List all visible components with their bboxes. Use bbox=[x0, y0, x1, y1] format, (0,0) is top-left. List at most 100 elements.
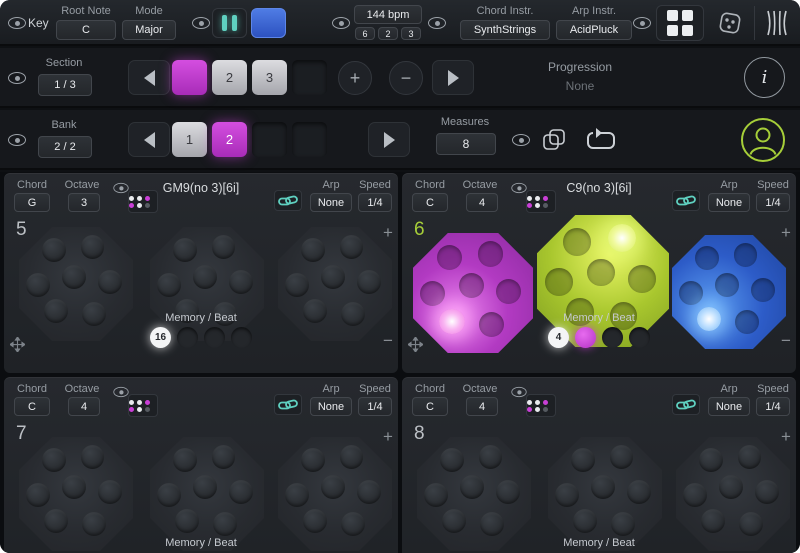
bank-slot-3[interactable] bbox=[252, 122, 287, 157]
pad-button[interactable] bbox=[555, 483, 579, 507]
pad-button[interactable] bbox=[424, 483, 448, 507]
loop-icon[interactable] bbox=[580, 124, 622, 158]
pad-button[interactable] bbox=[175, 509, 199, 533]
pad-button[interactable] bbox=[193, 475, 217, 499]
link-icon[interactable] bbox=[672, 190, 700, 211]
pad-button-active[interactable] bbox=[608, 224, 636, 252]
pad-button[interactable] bbox=[478, 241, 503, 266]
pad-button[interactable] bbox=[157, 483, 181, 507]
chord-root-button[interactable]: C bbox=[14, 397, 50, 416]
user-icon[interactable] bbox=[740, 117, 786, 163]
speed-button[interactable]: 1/4 bbox=[756, 193, 790, 212]
eye-icon[interactable] bbox=[8, 72, 26, 84]
arp-button[interactable]: None bbox=[310, 193, 352, 212]
bank-slot-2[interactable]: 2 bbox=[212, 122, 247, 157]
bank-slot-1[interactable]: 1 bbox=[172, 122, 207, 157]
pad-button[interactable] bbox=[563, 228, 591, 256]
bpm-button[interactable]: 144 bpm bbox=[354, 5, 422, 24]
chord-pad-octagon-2[interactable] bbox=[150, 437, 264, 551]
pad-button[interactable] bbox=[341, 512, 365, 536]
pad-button[interactable] bbox=[628, 265, 656, 293]
pad-button[interactable] bbox=[739, 512, 763, 536]
pad-button[interactable] bbox=[545, 268, 573, 296]
progression-value[interactable]: None bbox=[538, 79, 622, 93]
link-icon[interactable] bbox=[274, 394, 302, 415]
copy-icon[interactable] bbox=[536, 123, 572, 157]
beat-step[interactable] bbox=[575, 327, 596, 348]
eye-icon[interactable] bbox=[511, 387, 526, 397]
pad-button[interactable] bbox=[340, 235, 364, 259]
pad-button[interactable] bbox=[193, 265, 217, 289]
chord-instr-button[interactable]: SynthStrings bbox=[460, 20, 550, 40]
pad-button[interactable] bbox=[81, 445, 105, 469]
pad-button[interactable] bbox=[301, 448, 325, 472]
eye-icon[interactable] bbox=[192, 17, 210, 29]
pad-button[interactable] bbox=[98, 480, 122, 504]
pad-button[interactable] bbox=[26, 273, 50, 297]
pad-button[interactable] bbox=[440, 448, 464, 472]
eye-icon[interactable] bbox=[633, 17, 651, 29]
pad-button[interactable] bbox=[755, 480, 779, 504]
section-slot-2[interactable]: 2 bbox=[212, 60, 247, 95]
pad-button[interactable] bbox=[62, 265, 86, 289]
arp-button[interactable]: None bbox=[310, 397, 352, 416]
pad-button[interactable] bbox=[229, 270, 253, 294]
chord-pad-octagon-3[interactable] bbox=[676, 437, 790, 551]
arp-instr-button[interactable]: AcidPluck bbox=[556, 20, 632, 40]
pad-button[interactable] bbox=[357, 480, 381, 504]
pad-button[interactable] bbox=[719, 475, 743, 499]
grid-view-icon[interactable] bbox=[656, 5, 704, 41]
pad-button[interactable] bbox=[212, 235, 236, 259]
pad-button[interactable] bbox=[98, 270, 122, 294]
octave-button[interactable]: 3 bbox=[68, 193, 100, 212]
beat-step[interactable]: 4 bbox=[548, 327, 569, 348]
section-next-button[interactable] bbox=[432, 60, 474, 95]
dice-icon[interactable] bbox=[710, 5, 750, 41]
pad-button[interactable] bbox=[460, 475, 484, 499]
link-icon[interactable] bbox=[274, 190, 302, 211]
info-icon[interactable]: i bbox=[744, 57, 785, 98]
pad-button[interactable] bbox=[42, 238, 66, 262]
pad-button[interactable] bbox=[571, 448, 595, 472]
pad-button[interactable] bbox=[340, 445, 364, 469]
subdivision-button-2[interactable]: 2 bbox=[378, 27, 398, 40]
pad-button[interactable] bbox=[321, 265, 345, 289]
beat-step[interactable] bbox=[231, 327, 252, 348]
dots-grid-icon[interactable] bbox=[526, 394, 556, 417]
pad-button[interactable] bbox=[701, 509, 725, 533]
add-pad-button[interactable]: + bbox=[778, 223, 794, 243]
pad-button[interactable] bbox=[442, 509, 466, 533]
octave-button[interactable]: 4 bbox=[68, 397, 100, 416]
eye-icon[interactable] bbox=[512, 134, 530, 146]
strum-view-icon[interactable] bbox=[758, 5, 796, 41]
beat-step[interactable] bbox=[177, 327, 198, 348]
pad-button[interactable] bbox=[173, 238, 197, 262]
pad-button[interactable] bbox=[321, 475, 345, 499]
speed-button[interactable]: 1/4 bbox=[358, 193, 392, 212]
section-slot-3[interactable]: 3 bbox=[252, 60, 287, 95]
pad-button[interactable] bbox=[496, 279, 521, 304]
stop-square-button[interactable] bbox=[251, 8, 286, 38]
eye-icon[interactable] bbox=[332, 17, 350, 29]
pad-button[interactable] bbox=[496, 480, 520, 504]
link-icon[interactable] bbox=[672, 394, 700, 415]
pad-button[interactable] bbox=[157, 273, 181, 297]
dots-grid-icon[interactable] bbox=[128, 394, 158, 417]
speed-button[interactable]: 1/4 bbox=[756, 397, 790, 416]
add-pad-button[interactable]: + bbox=[380, 427, 396, 447]
chord-root-button[interactable]: C bbox=[412, 193, 448, 212]
pad-button[interactable] bbox=[44, 509, 68, 533]
beat-step[interactable] bbox=[204, 327, 225, 348]
add-pad-button[interactable]: + bbox=[380, 223, 396, 243]
add-section-button[interactable]: + bbox=[338, 61, 372, 95]
pad-button[interactable] bbox=[212, 445, 236, 469]
pad-button[interactable] bbox=[81, 235, 105, 259]
beat-step[interactable]: 16 bbox=[150, 327, 171, 348]
remove-section-button[interactable]: − bbox=[389, 61, 423, 95]
pad-button[interactable] bbox=[459, 273, 484, 298]
pad-button[interactable] bbox=[751, 278, 775, 302]
pad-button[interactable] bbox=[82, 512, 106, 536]
section-slot-4[interactable] bbox=[292, 60, 327, 95]
pad-button[interactable] bbox=[437, 245, 462, 270]
pad-button[interactable] bbox=[738, 445, 762, 469]
